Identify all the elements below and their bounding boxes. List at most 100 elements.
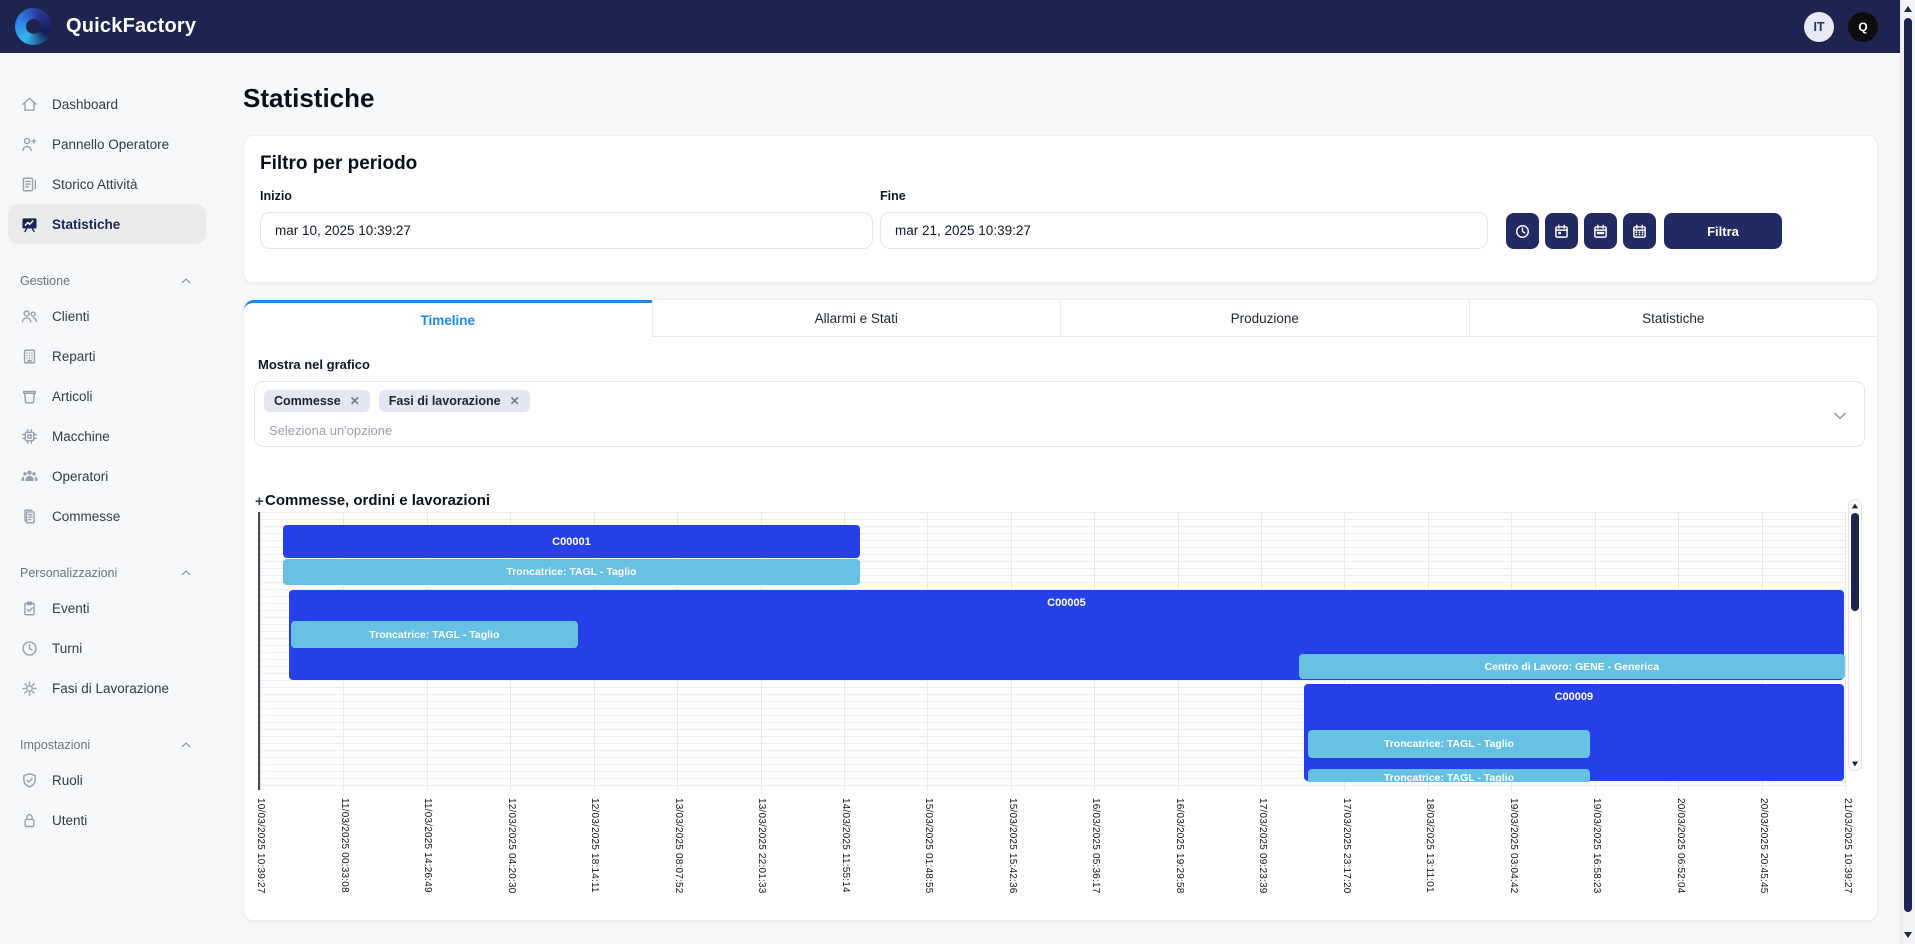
calendar-day-icon [1553,223,1570,240]
sidebar-item-label: Fasi di Lavorazione [52,681,169,696]
tab-body-timeline: Mostra nel grafico Commesse✕Fasi di lavo… [244,337,1877,921]
filter-row: Inizio Fine Filtra [260,189,1861,249]
sidebar-item-dashboard[interactable]: Dashboard [8,84,206,124]
sidebar-section-title: Gestione [20,274,70,288]
sidebar-item-ruoli[interactable]: Ruoli [8,760,206,800]
users-filled-icon [20,467,39,486]
gantt-bar-fase[interactable]: Troncatrice: TAGL - Taglio [1308,730,1591,758]
sidebar-item-label: Pannello Operatore [52,137,169,152]
gantt-bar-fase[interactable]: Troncatrice: TAGL - Taglio [1308,769,1591,782]
page-scroll-down-icon[interactable] [1904,932,1912,938]
x-axis-label: 13/03/2025 08:07:52 [673,798,684,894]
sidebar-item-label: Storico Attività [52,177,138,192]
remove-tag-icon[interactable]: ✕ [350,395,360,407]
clock-icon [20,639,39,658]
start-date-input[interactable] [260,212,873,249]
start-date-field: Inizio [260,189,873,249]
chevron-down-icon[interactable] [1830,406,1850,426]
x-axis-label: 11/03/2025 14:26:49 [422,798,433,893]
x-axis-label: 17/03/2025 23:17:20 [1341,798,1352,894]
selected-tag-fasi-di-lavorazione: Fasi di lavorazione ✕ [379,390,530,412]
page-scrollbar-thumb[interactable] [1904,18,1912,912]
sidebar-item-pannello-operatore[interactable]: Pannello Operatore [8,124,206,164]
scroll-up-icon[interactable] [1852,504,1858,509]
history-icon [20,175,39,194]
sidebar-item-fasi-di-lavorazione[interactable]: Fasi di Lavorazione [8,668,206,708]
x-axis-label: 15/03/2025 15:42:36 [1007,798,1018,894]
sidebar-item-label: Dashboard [52,97,118,112]
end-date-input[interactable] [880,212,1488,249]
home-icon [20,95,39,114]
sidebar-item-utenti[interactable]: Utenti [8,800,206,840]
shield-check-icon [20,771,39,790]
x-axis-label: 20/03/2025 20:45:45 [1758,798,1769,894]
x-axis-label: 19/03/2025 03:04:42 [1508,798,1519,894]
tag-label: Commesse [274,394,341,408]
gantt-bar-label: Troncatrice: TAGL - Taglio [1308,772,1591,782]
tab-produzione[interactable]: Produzione [1060,300,1469,337]
gantt-bar-fase[interactable]: Troncatrice: TAGL - Taglio [291,621,578,648]
sidebar-item-commesse[interactable]: Commesse [8,496,206,536]
bin-icon [20,387,39,406]
sidebar-section-gestione[interactable]: Gestione [8,266,206,296]
sidebar-item-clienti[interactable]: Clienti [8,296,206,336]
chart-crosshair: + [255,493,264,510]
tab-label: Statistiche [1642,311,1704,326]
page-scrollbar[interactable] [1900,0,1915,944]
sidebar-item-turni[interactable]: Turni [8,628,206,668]
sidebar-item-macchine[interactable]: Macchine [8,416,206,456]
x-axis-label: 21/03/2025 10:39:27 [1842,798,1853,894]
gantt-bar-fase[interactable]: Troncatrice: TAGL - Taglio [283,559,860,585]
x-axis-label: 14/03/2025 11:55:14 [840,798,851,893]
cog-icon [20,679,39,698]
page-title: Statistiche [243,83,1878,114]
sidebar-item-operatori[interactable]: Operatori [8,456,206,496]
chart-scrollbar[interactable] [1848,499,1862,771]
filtra-button[interactable]: Filtra [1664,213,1782,249]
tab-allarmi-e-stati[interactable]: Allarmi e Stati [652,300,1061,337]
x-axis-label: 16/03/2025 19:29:58 [1174,798,1185,894]
clock-button[interactable] [1506,213,1539,249]
sidebar-section-title: Personalizzazioni [20,566,117,580]
calendar-week-button[interactable] [1584,213,1617,249]
sidebar-item-eventi[interactable]: Eventi [8,588,206,628]
sidebar-item-statistiche[interactable]: Statistiche [8,204,206,244]
sidebar-section-personalizzazioni[interactable]: Personalizzazioni [8,558,206,588]
tag-label: Fasi di lavorazione [389,394,501,408]
gantt-plot: C00001Troncatrice: TAGL - TaglioC00005Tr… [258,512,1845,790]
gantt-bar-fase[interactable]: Centro di Lavoro: GENE - Generica [1299,654,1845,679]
sidebar-item-label: Ruoli [52,773,83,788]
user-avatar[interactable]: Q [1848,12,1878,42]
tab-label: Produzione [1231,311,1299,326]
gridline [260,512,261,790]
sidebar-item-storico-attivita[interactable]: Storico Attività [8,164,206,204]
chart-scrollbar-thumb[interactable] [1851,513,1859,611]
sidebar-item-label: Clienti [52,309,90,324]
sidebar-item-reparti[interactable]: Reparti [8,336,206,376]
calendar-day-button[interactable] [1545,213,1578,249]
calendar-month-button[interactable] [1623,213,1656,249]
x-axis-label: 10/03/2025 10:39:27 [255,798,266,894]
sidebar-section-impostazioni[interactable]: Impostazioni [8,730,206,760]
page-scroll-up-icon[interactable] [1904,6,1912,12]
tab-statistiche[interactable]: Statistiche [1469,300,1878,337]
tab-timeline[interactable]: Timeline [244,300,652,337]
sidebar-item-label: Turni [52,641,82,656]
filter-card: Filtro per periodo Inizio Fine Filtra [243,135,1878,283]
gantt-bar-label: Troncatrice: TAGL - Taglio [1384,738,1514,750]
remove-tag-icon[interactable]: ✕ [510,395,520,407]
topbar-right: IT Q [1804,12,1878,42]
x-axis-label: 20/03/2025 06:52:04 [1675,798,1686,894]
chip-icon [20,427,39,446]
gantt-bar-label: C00001 [552,536,591,548]
clipboard-check-icon [20,599,39,618]
sidebar-section-title: Impostazioni [20,738,90,752]
sidebar: Dashboard Pannello Operatore Storico Attiv… [0,53,214,944]
gantt-bar-commessa[interactable]: C00001 [283,525,860,558]
users-icon [20,307,39,326]
scroll-down-icon[interactable] [1852,762,1858,767]
sidebar-item-articoli[interactable]: Articoli [8,376,206,416]
series-multiselect[interactable]: Commesse✕Fasi di lavorazione✕ Seleziona … [254,381,1865,447]
brand[interactable]: QuickFactory [15,8,196,45]
locale-badge[interactable]: IT [1804,12,1834,42]
